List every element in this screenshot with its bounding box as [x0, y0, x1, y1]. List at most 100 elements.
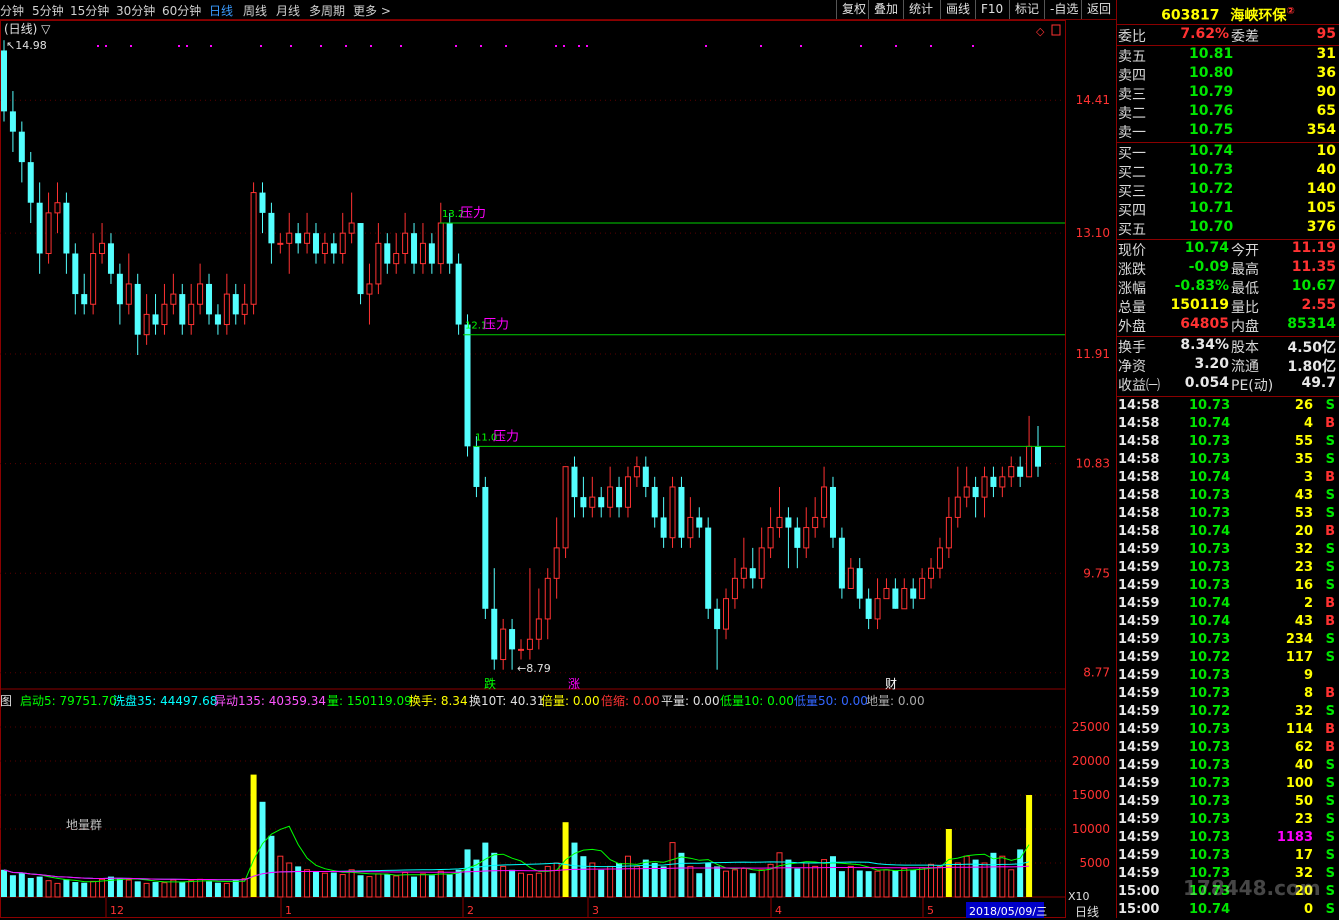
event-marker[interactable]: 涨 — [568, 676, 580, 691]
volume-bar — [874, 870, 881, 898]
candle-body — [1, 50, 7, 112]
candle-body — [500, 628, 507, 661]
volume-bar — [812, 865, 819, 898]
signal-dot — [586, 45, 588, 47]
tick-price: 10.73 — [1189, 506, 1231, 521]
toolbar-button-4[interactable]: F10 — [975, 0, 1009, 19]
volume-bar — [491, 852, 498, 897]
price-axis-label: 14.41 — [1076, 93, 1110, 107]
period-tab-7[interactable]: 月线 — [276, 2, 300, 19]
quote-value: 10.67 — [1291, 278, 1336, 294]
signal-dot — [260, 45, 262, 47]
tick-side: S — [1325, 398, 1335, 413]
volume-bar — [509, 869, 516, 897]
quote-value: 11.35 — [1291, 259, 1336, 275]
toolbar-button-6[interactable]: -自选 — [1044, 0, 1081, 19]
tick-time: 14:58 — [1118, 470, 1160, 485]
quote-label: 涨幅 — [1118, 281, 1146, 297]
period-tab-4[interactable]: 60分钟 — [162, 2, 201, 19]
period-tab-0[interactable]: 分钟 — [0, 2, 24, 19]
tick-row: 14:58 10.74 4 B — [1117, 416, 1339, 434]
candle-body — [241, 303, 248, 315]
diamond-icon[interactable]: ◇ — [1036, 25, 1045, 38]
candle-body — [143, 313, 150, 336]
volume-bar — [847, 865, 854, 898]
sell-level-label: 卖二 — [1118, 106, 1146, 122]
candle-body — [116, 273, 123, 305]
candle-body — [482, 486, 489, 609]
period-tab-1[interactable]: 5分钟 — [32, 2, 64, 19]
candle-body — [749, 568, 756, 579]
volume-bar — [437, 870, 444, 898]
high-price-label: ↖14.98 — [6, 39, 47, 52]
restore-icon[interactable] — [1051, 24, 1061, 36]
volume-bar — [981, 862, 988, 898]
volume-bar — [589, 862, 596, 898]
toolbar-button-2[interactable]: 统计 — [903, 0, 940, 19]
kline-chart[interactable]: 14.4113.1011.9110.839.758.7713.2压力12.1压力… — [0, 20, 1116, 918]
candle-body — [589, 496, 596, 508]
volume-bar — [18, 873, 25, 897]
volume-bar — [223, 882, 230, 898]
tick-time: 14:59 — [1118, 668, 1160, 683]
volume-bar — [856, 870, 863, 897]
weicha-label: 委差 — [1231, 29, 1259, 45]
indicator-value: 洗盘35: 44497.68 — [113, 693, 217, 708]
low-price-label: ←8.79 — [517, 662, 551, 675]
candle-body — [393, 252, 400, 265]
candle-body — [411, 233, 418, 264]
buy-level-label: 买一 — [1118, 146, 1146, 162]
event-marker[interactable]: 财 — [885, 677, 897, 691]
tick-row: 14:59 10.73 234 S — [1117, 632, 1339, 650]
tick-row: 14:59 10.73 62 B — [1117, 740, 1339, 758]
finance-label: 净资 — [1118, 359, 1146, 375]
buy-level-volume: 10 — [1316, 143, 1336, 159]
candle-body — [446, 223, 453, 264]
period-tab-8[interactable]: 多周期 — [309, 2, 345, 19]
signal-dot — [400, 45, 402, 47]
toolbar-button-1[interactable]: 叠加 — [868, 0, 903, 19]
candle-body — [321, 242, 328, 254]
volume-bar — [607, 865, 614, 898]
event-marker[interactable]: 跌 — [484, 676, 496, 691]
period-tab-3[interactable]: 30分钟 — [116, 2, 155, 19]
tick-side: S — [1325, 848, 1335, 863]
quote-value: 85314 — [1287, 316, 1336, 332]
candle-body — [678, 486, 685, 538]
candle-body — [45, 212, 52, 254]
candle-body — [910, 588, 917, 599]
candle-body — [928, 567, 935, 579]
tick-row: 14:59 10.73 16 S — [1117, 578, 1339, 596]
volume-axis-label: 25000 — [1072, 720, 1110, 734]
tick-price: 10.74 — [1189, 902, 1231, 917]
candle-body — [428, 243, 435, 264]
toolbar-button-5[interactable]: 标记 — [1009, 0, 1044, 19]
indicator-value: 启动5: 79751.70 — [20, 694, 117, 708]
volume-bar — [375, 873, 382, 898]
indicator-value: 倍量: 0.00 — [541, 693, 600, 708]
ground-volume-label: 地量群 — [66, 818, 102, 832]
volume-bar — [865, 871, 872, 897]
candle-body — [794, 527, 801, 548]
candle-body — [919, 577, 926, 600]
candle-body — [268, 212, 275, 244]
volume-bar — [669, 842, 676, 898]
tick-price: 10.73 — [1189, 722, 1231, 737]
period-tab-9[interactable]: 更多 > — [353, 2, 391, 19]
period-tab-5[interactable]: 日线 — [209, 2, 233, 19]
tick-time: 14:58 — [1118, 506, 1160, 521]
volume-bar — [330, 872, 337, 897]
period-tab-2[interactable]: 15分钟 — [70, 2, 109, 19]
candle-body — [785, 517, 792, 528]
toolbar-button-7[interactable]: 返回 — [1081, 0, 1116, 19]
sell-level-label: 卖三 — [1118, 87, 1146, 103]
period-tab-6[interactable]: 周线 — [243, 2, 267, 19]
candle-body — [892, 588, 899, 609]
volume-bar — [357, 875, 364, 897]
tick-price: 10.74 — [1189, 596, 1231, 611]
signal-dot — [930, 45, 932, 47]
candle-body — [616, 486, 623, 508]
toolbar-button-0[interactable]: 复权 — [836, 0, 868, 19]
toolbar-button-3[interactable]: 画线 — [940, 0, 975, 19]
signal-dot — [370, 45, 372, 47]
